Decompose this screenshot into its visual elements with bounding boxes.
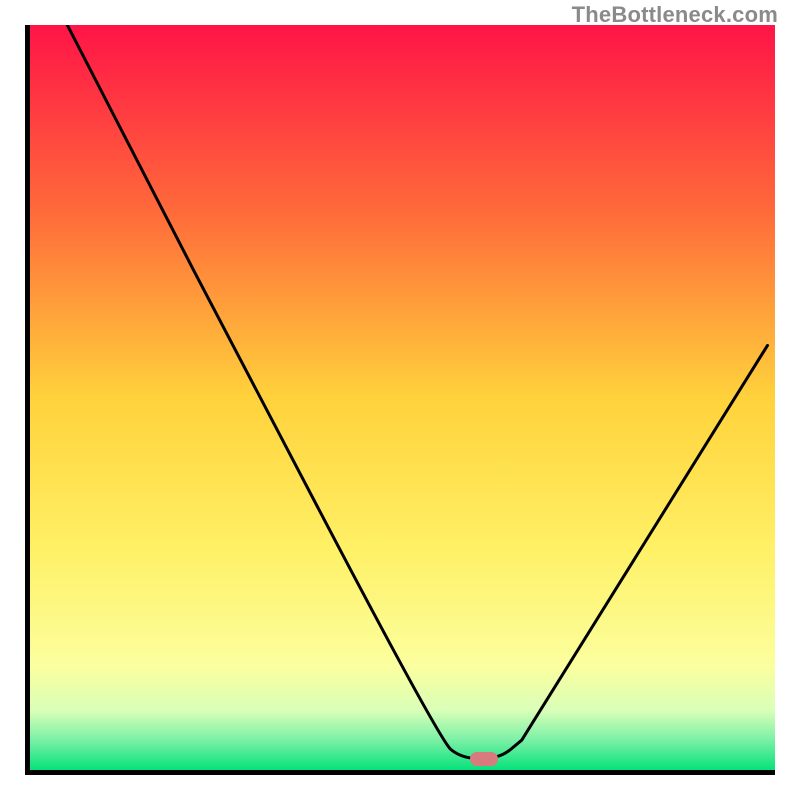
plot-area xyxy=(25,25,775,775)
chart-container: TheBottleneck.com xyxy=(0,0,800,800)
optimal-marker xyxy=(470,752,498,766)
gradient-background xyxy=(30,25,775,770)
